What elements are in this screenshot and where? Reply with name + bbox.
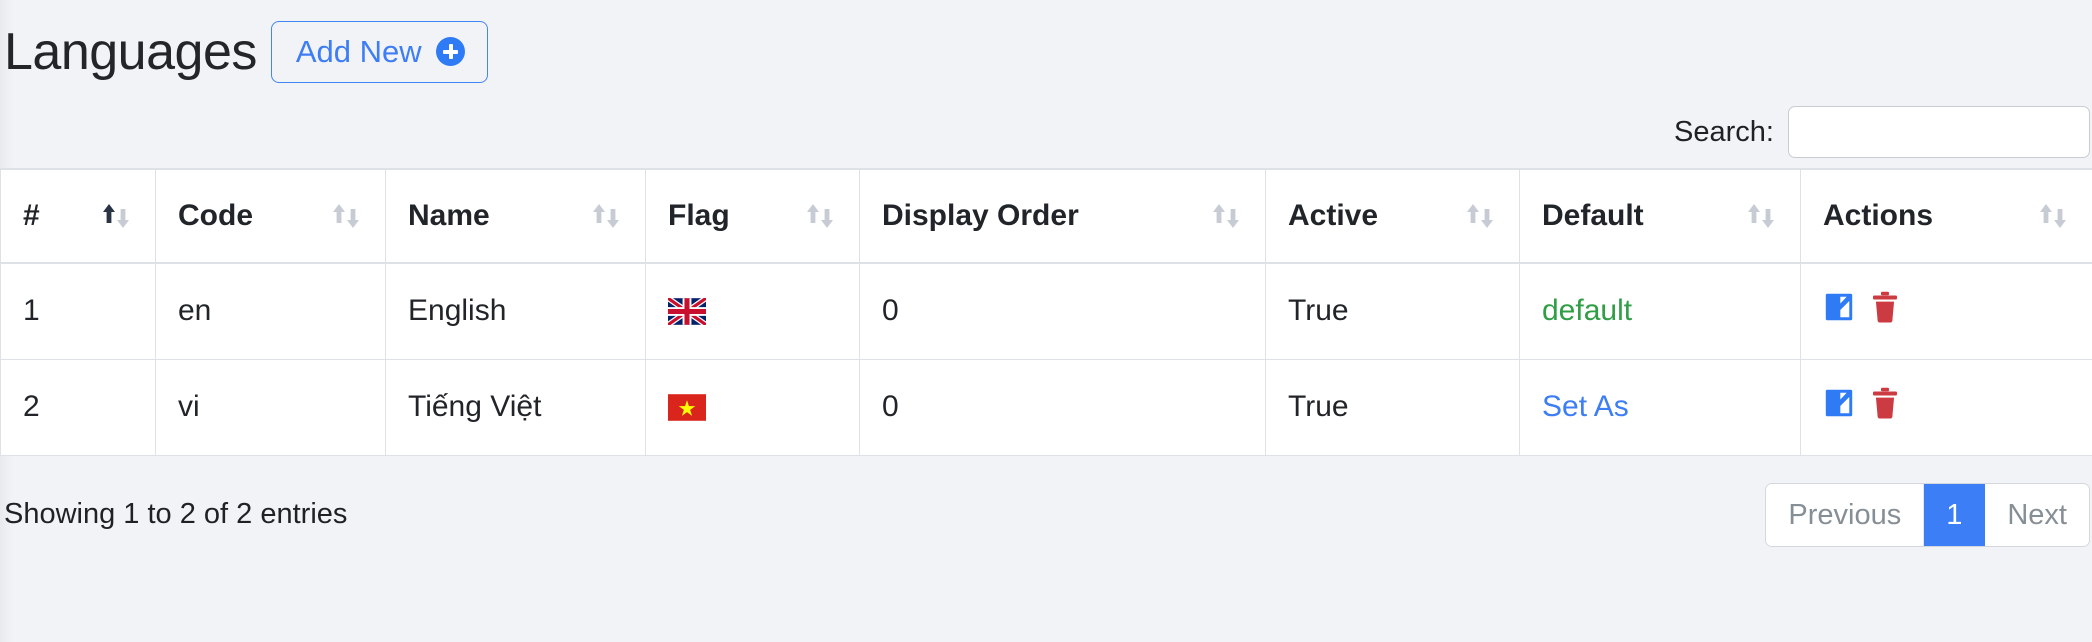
pagination-next-button[interactable]: Next	[1985, 483, 2089, 546]
cell-code: vi	[155, 358, 386, 456]
trash-icon[interactable]	[1871, 387, 1899, 419]
column-label-display-order: Display Order	[882, 199, 1079, 232]
column-label-code: Code	[178, 199, 253, 232]
column-header-code[interactable]: Code	[155, 168, 386, 264]
column-label-default: Default	[1542, 199, 1644, 232]
table-header: # Code Name Flag Display Order Active De…	[0, 168, 2092, 264]
search-input[interactable]	[1788, 106, 2090, 158]
united-kingdom-flag-icon	[668, 297, 837, 325]
plus-circle-icon	[435, 37, 465, 66]
column-header-num[interactable]: #	[0, 168, 156, 264]
table-row: 2 vi Tiếng Việt 0 True Set As	[0, 358, 2092, 456]
cell-flag	[645, 262, 860, 360]
column-header-default[interactable]: Default	[1519, 168, 1801, 264]
cell-actions	[1800, 358, 2092, 456]
column-header-display-order[interactable]: Display Order	[859, 168, 1266, 264]
trash-icon[interactable]	[1871, 291, 1899, 323]
default-status-link[interactable]: default	[1542, 294, 1632, 327]
cell-display-order: 0	[859, 358, 1266, 456]
cell-active: True	[1265, 358, 1520, 456]
languages-table: # Code Name Flag Display Order Active De…	[0, 168, 2092, 456]
sort-both-icon	[2036, 201, 2070, 231]
column-label-active: Active	[1288, 199, 1379, 232]
sort-both-icon	[329, 201, 363, 231]
page-title: Languages	[4, 23, 257, 81]
column-header-active[interactable]: Active	[1265, 168, 1520, 264]
entries-summary: Showing 1 to 2 of 2 entries	[4, 498, 348, 530]
column-header-actions[interactable]: Actions	[1800, 168, 2092, 264]
table-header-row: # Code Name Flag Display Order Active De…	[0, 168, 2092, 264]
cell-display-order: 0	[859, 262, 1266, 360]
column-label-actions: Actions	[1823, 199, 1934, 232]
search-row: Search:	[0, 96, 2092, 168]
pagination-previous-button[interactable]: Previous	[1766, 483, 1925, 546]
sort-both-icon	[1209, 201, 1243, 231]
sort-both-icon	[1463, 201, 1497, 231]
edit-pencil-icon[interactable]	[1823, 291, 1855, 323]
table-body: 1 en English 0 True default 2 vi Tiếng V…	[0, 262, 2092, 456]
set-as-default-link[interactable]: Set As	[1542, 390, 1629, 423]
vietnam-flag-icon	[668, 393, 837, 421]
add-new-label: Add New	[295, 34, 422, 69]
sort-both-icon	[803, 201, 837, 231]
cell-name: Tiếng Việt	[385, 358, 646, 456]
search-label: Search:	[1674, 115, 1774, 148]
cell-num: 2	[0, 358, 156, 456]
cell-default: Set As	[1519, 358, 1801, 456]
column-label-name: Name	[408, 199, 490, 232]
cell-actions	[1800, 262, 2092, 360]
table-row: 1 en English 0 True default	[0, 262, 2092, 360]
sort-asc-active-icon	[99, 201, 133, 231]
cell-num: 1	[0, 262, 156, 360]
column-label-num: #	[23, 199, 40, 232]
page-header: Languages Add New	[0, 0, 2092, 96]
sort-both-icon	[1744, 201, 1778, 231]
column-header-name[interactable]: Name	[385, 168, 646, 264]
cell-code: en	[155, 262, 386, 360]
cell-default: default	[1519, 262, 1801, 360]
pagination-page-1-button[interactable]: 1	[1924, 483, 1986, 546]
pagination: Previous 1 Next	[1765, 482, 2090, 547]
cell-active: True	[1265, 262, 1520, 360]
table-footer: Showing 1 to 2 of 2 entries Previous 1 N…	[0, 456, 2092, 552]
column-header-flag[interactable]: Flag	[645, 168, 860, 264]
edit-pencil-icon[interactable]	[1823, 387, 1855, 419]
languages-page: Languages Add New Search: # Code Name Fl…	[0, 0, 2092, 642]
column-label-flag: Flag	[668, 199, 730, 232]
cell-name: English	[385, 262, 646, 360]
sort-both-icon	[589, 201, 623, 231]
cell-flag	[645, 358, 860, 456]
add-new-button[interactable]: Add New	[270, 21, 488, 83]
